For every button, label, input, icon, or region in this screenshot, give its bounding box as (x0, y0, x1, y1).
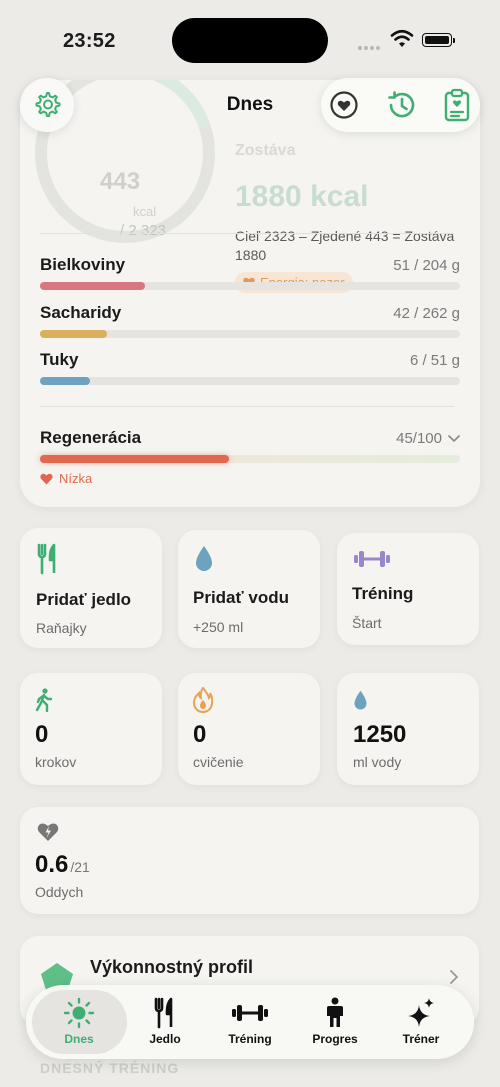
tile-title: Tréning (352, 584, 414, 603)
tile-subtitle: Štart (352, 615, 382, 631)
chevron-right-icon (450, 970, 458, 984)
macro-value: 42 / 262 g (393, 305, 460, 322)
stat-label: ml vody (353, 754, 402, 770)
tab-jedlo[interactable]: Jedlo (120, 985, 210, 1059)
dumbbell-icon (232, 1005, 268, 1021)
calories-eaten: 443 (100, 168, 141, 195)
sun-icon (63, 997, 95, 1029)
clipboard-button[interactable] (443, 88, 471, 122)
steps-tile[interactable]: 0 krokov (20, 673, 162, 785)
macro-fill (40, 282, 145, 290)
macro-name: Sacharidy (40, 303, 122, 322)
tile-subtitle: +250 ml (193, 619, 244, 635)
water-tile[interactable]: 1250 ml vody (337, 673, 479, 785)
regeneration-value: 45/100 (396, 430, 442, 447)
stat-label: cvičenie (193, 754, 244, 770)
wifi-icon (390, 29, 414, 54)
tile-subtitle: Raňajky (36, 620, 87, 636)
summary-divider (40, 233, 454, 234)
tab-label: Dnes (64, 1032, 94, 1046)
macro-fill (40, 377, 91, 385)
macro-fill (40, 330, 108, 338)
tab-trening[interactable]: Tréning (205, 985, 295, 1059)
add-food-tile[interactable]: Pridať jedlo Raňajky (20, 528, 162, 648)
macro-value: 6 / 51 g (409, 352, 460, 369)
dumbbell-icon (354, 551, 390, 567)
cellular-signal-icon (358, 37, 384, 50)
walk-icon (35, 688, 53, 712)
tab-trener[interactable]: Tréner (376, 985, 466, 1059)
stat-value: 1250 (353, 721, 407, 748)
heart-icon (40, 473, 53, 484)
macro-name: Bielkoviny (40, 255, 126, 274)
rest-max: /21 (70, 859, 90, 875)
chevron-down-icon[interactable] (448, 434, 460, 443)
rest-score: 0.6 /21 (35, 851, 90, 879)
health-button[interactable] (329, 90, 359, 120)
regeneration-status-text: Nízka (59, 471, 93, 486)
heart-circle-icon (330, 91, 358, 119)
tab-label: Jedlo (149, 1032, 181, 1046)
add-water-tile[interactable]: Pridať vodu +250 ml (178, 530, 320, 648)
water-drop-icon (354, 690, 367, 710)
tab-dnes[interactable]: Dnes (34, 985, 124, 1059)
rest-value: 0.6 (35, 851, 69, 878)
daily-summary-card: 443 kcal / 2 323 Zostáva 1880 kcal Cieľ … (20, 80, 480, 507)
fork-knife-icon (154, 997, 173, 1029)
status-time: 23:52 (63, 30, 116, 52)
remaining-value: 1880 kcal (235, 180, 369, 213)
tile-title: Pridať vodu (193, 588, 289, 607)
section-header-peek: DNESNÝ TRÉNING (40, 1060, 180, 1076)
stat-label: krokov (35, 754, 77, 770)
fork-knife-icon (37, 543, 56, 575)
person-icon (327, 997, 343, 1027)
tab-label: Progres (312, 1032, 358, 1046)
calories-goal: / 2 323 (120, 222, 166, 239)
sparkles-icon (408, 998, 434, 1027)
regeneration-label: Regenerácia (40, 428, 142, 447)
flame-icon (193, 687, 213, 713)
regeneration-fill (40, 455, 229, 463)
macro-track (40, 282, 460, 290)
tab-bar-items: Dnes Jedlo Tréning Progres Tréner (26, 985, 474, 1059)
calories-unit: kcal (133, 204, 157, 219)
training-tile[interactable]: Tréning Štart (337, 533, 479, 645)
regeneration-row[interactable]: Regenerácia 45/100 Nízka (40, 428, 460, 488)
macro-track (40, 377, 460, 385)
macro-name: Tuky (40, 350, 79, 369)
tab-label: Tréning (228, 1032, 272, 1046)
regeneration-score: 45/100 (396, 430, 460, 447)
exercise-tile[interactable]: 0 cvičenie (178, 673, 320, 785)
performance-title: Výkonnostný profil (90, 957, 254, 977)
summary-divider (40, 406, 454, 407)
regeneration-track (40, 455, 460, 463)
heart-bolt-icon (37, 823, 59, 841)
rest-tile[interactable]: 0.6 /21 Oddych (20, 807, 479, 914)
regeneration-status: Nízka (40, 471, 92, 486)
remaining-label: Zostáva (235, 142, 296, 159)
stat-value: 0 (35, 721, 49, 748)
battery-icon (422, 33, 455, 47)
water-drop-icon (196, 546, 212, 571)
history-clock-icon (388, 91, 415, 118)
tab-progres[interactable]: Progres (290, 985, 380, 1059)
tab-label: Tréner (402, 1032, 440, 1046)
stat-value: 0 (193, 721, 207, 748)
rest-label: Oddych (35, 884, 84, 900)
tile-title: Pridať jedlo (36, 590, 132, 609)
history-button[interactable] (385, 89, 417, 121)
top-actions-group (321, 78, 480, 132)
clipboard-heart-icon (444, 88, 470, 122)
macro-track (40, 330, 460, 338)
macro-value: 51 / 204 g (393, 257, 460, 274)
dynamic-island (172, 18, 328, 63)
